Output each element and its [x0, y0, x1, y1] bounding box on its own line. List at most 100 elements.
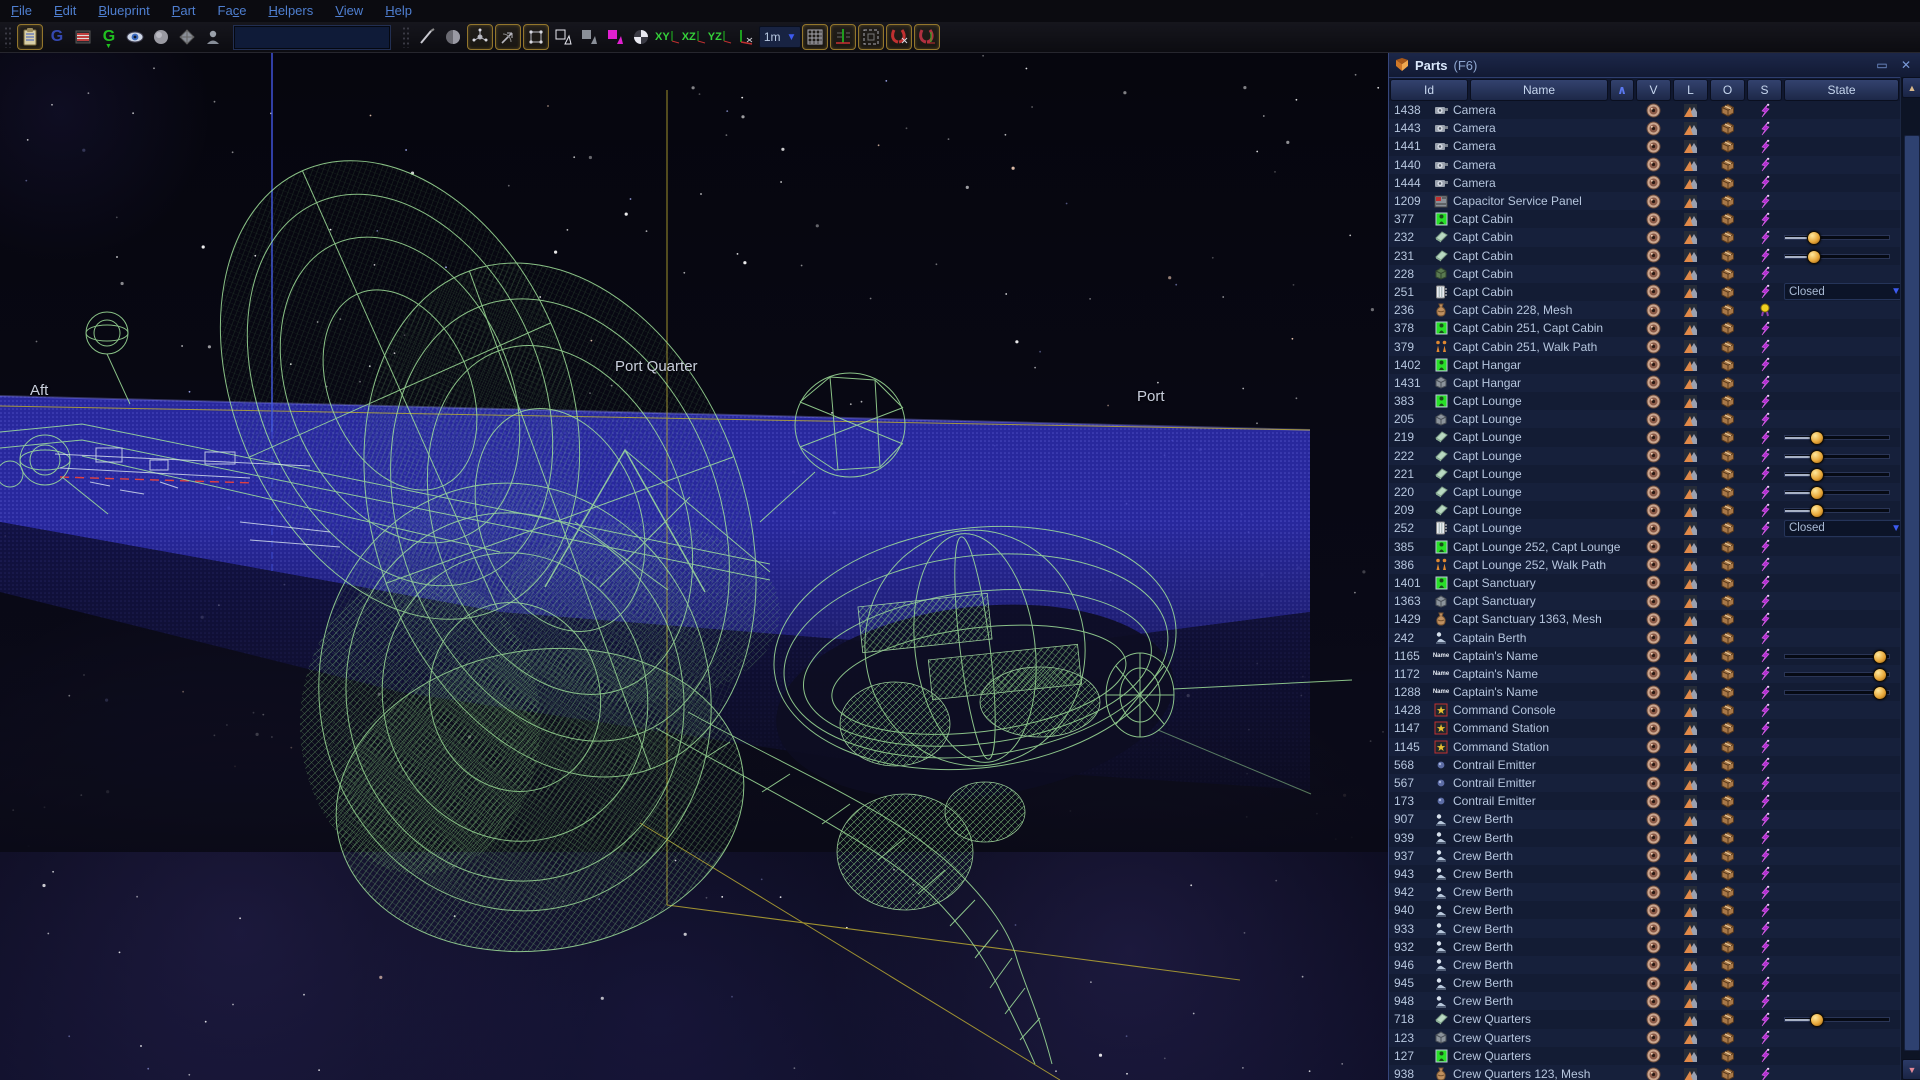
layer-icon[interactable] — [1672, 247, 1709, 265]
box-icon[interactable] — [1709, 1029, 1746, 1047]
part-row-377[interactable]: 377Capt Cabin — [1389, 210, 1920, 228]
box-icon[interactable] — [1709, 1010, 1746, 1028]
grid-bounds-toggle-icon[interactable] — [858, 24, 884, 50]
visibility-icon[interactable] — [1635, 374, 1672, 392]
bolt-icon[interactable] — [1746, 701, 1783, 719]
layer-icon[interactable] — [1672, 483, 1709, 501]
part-row-232[interactable]: 232Capt Cabin — [1389, 228, 1920, 246]
part-row-231[interactable]: 231Capt Cabin — [1389, 247, 1920, 265]
box-icon[interactable] — [1709, 847, 1746, 865]
part-row-1401[interactable]: 1401Capt Sanctuary — [1389, 574, 1920, 592]
box-icon[interactable] — [1709, 265, 1746, 283]
box-icon[interactable] — [1709, 592, 1746, 610]
bolt-icon[interactable] — [1746, 1010, 1783, 1028]
column-header-l[interactable]: L — [1673, 79, 1708, 101]
layer-icon[interactable] — [1672, 447, 1709, 465]
slider-knob[interactable] — [1807, 250, 1821, 264]
layer-icon[interactable] — [1672, 338, 1709, 356]
layer-icon[interactable] — [1672, 501, 1709, 519]
box-icon[interactable] — [1709, 647, 1746, 665]
state-dropdown[interactable]: Closed▼ — [1784, 520, 1906, 537]
visibility-icon[interactable] — [1635, 847, 1672, 865]
part-row-945[interactable]: 945Crew Berth — [1389, 974, 1920, 992]
bolt-icon[interactable] — [1746, 192, 1783, 210]
bolt-icon[interactable] — [1746, 792, 1783, 810]
visibility-icon[interactable] — [1635, 1065, 1672, 1080]
state-slider[interactable] — [1785, 485, 1893, 499]
part-row-378[interactable]: 378Capt Cabin 251, Capt Cabin — [1389, 319, 1920, 337]
box-icon[interactable] — [1709, 665, 1746, 683]
visibility-icon[interactable] — [1635, 465, 1672, 483]
part-row-123[interactable]: 123Crew Quarters — [1389, 1029, 1920, 1047]
scroll-up-button[interactable]: ▲ — [1902, 77, 1920, 98]
slider-knob[interactable] — [1807, 231, 1821, 245]
box-icon[interactable] — [1709, 992, 1746, 1010]
layer-icon[interactable] — [1672, 792, 1709, 810]
visibility-icon[interactable] — [1635, 319, 1672, 337]
slider-knob[interactable] — [1810, 486, 1824, 500]
layer-icon[interactable] — [1672, 101, 1709, 119]
part-row-568[interactable]: 568Contrail Emitter — [1389, 756, 1920, 774]
sort-ascending-icon[interactable]: ∧ — [1610, 79, 1634, 101]
layer-icon[interactable] — [1672, 210, 1709, 228]
slider-knob[interactable] — [1810, 450, 1824, 464]
layer-icon[interactable] — [1672, 974, 1709, 992]
layer-icon[interactable] — [1672, 774, 1709, 792]
plane-xz-button[interactable]: XZ — [682, 25, 706, 49]
state-slider[interactable] — [1785, 503, 1893, 517]
bolt-icon[interactable] — [1746, 483, 1783, 501]
visibility-icon[interactable] — [1635, 647, 1672, 665]
part-row-1363[interactable]: 1363Capt Sanctuary — [1389, 592, 1920, 610]
bolt-icon[interactable] — [1746, 847, 1783, 865]
part-row-1428[interactable]: 1428★Command Console — [1389, 701, 1920, 719]
layer-icon[interactable] — [1672, 465, 1709, 483]
box-icon[interactable] — [1709, 119, 1746, 137]
scroll-down-button[interactable]: ▼ — [1902, 1059, 1920, 1080]
gizmo-rotate-icon[interactable] — [495, 24, 521, 50]
box-icon[interactable] — [1709, 683, 1746, 701]
bolt-icon[interactable] — [1746, 156, 1783, 174]
visibility-icon[interactable] — [1635, 428, 1672, 446]
bolt-icon[interactable] — [1746, 519, 1783, 537]
layer-icon[interactable] — [1672, 374, 1709, 392]
part-row-567[interactable]: 567Contrail Emitter — [1389, 774, 1920, 792]
close-button[interactable]: ✕ — [1897, 58, 1915, 72]
column-header-v[interactable]: V — [1636, 79, 1671, 101]
bolt-icon[interactable] — [1746, 683, 1783, 701]
toolbar-input[interactable] — [234, 26, 390, 49]
visibility-icon[interactable] — [1635, 829, 1672, 847]
box-icon[interactable] — [1709, 792, 1746, 810]
bolt-icon[interactable] — [1746, 1047, 1783, 1065]
visibility-icon[interactable] — [1635, 992, 1672, 1010]
orb-icon[interactable] — [1746, 301, 1783, 319]
box-icon[interactable] — [1709, 338, 1746, 356]
part-row-386[interactable]: 386Capt Lounge 252, Walk Path — [1389, 556, 1920, 574]
gizmo-scale-icon[interactable] — [523, 24, 549, 50]
visibility-icon[interactable] — [1635, 629, 1672, 647]
box-icon[interactable] — [1709, 883, 1746, 901]
bolt-icon[interactable] — [1746, 1065, 1783, 1080]
part-row-938[interactable]: 938Crew Quarters 123, Mesh — [1389, 1065, 1920, 1080]
layer-icon[interactable] — [1672, 174, 1709, 192]
layer-icon[interactable] — [1672, 301, 1709, 319]
part-row-242[interactable]: 242Captain Berth — [1389, 628, 1920, 646]
bolt-icon[interactable] — [1746, 901, 1783, 919]
box-icon[interactable] — [1709, 465, 1746, 483]
layer-icon[interactable] — [1672, 665, 1709, 683]
layer-icon[interactable] — [1672, 283, 1709, 301]
box-icon[interactable] — [1709, 174, 1746, 192]
column-header-id[interactable]: Id — [1390, 79, 1468, 101]
visibility-icon[interactable] — [1635, 938, 1672, 956]
layer-icon[interactable] — [1672, 865, 1709, 883]
bolt-icon[interactable] — [1746, 810, 1783, 828]
axes-icon[interactable] — [734, 25, 758, 49]
box-icon[interactable] — [1709, 1047, 1746, 1065]
letter-g-green-icon[interactable]: G▼ — [97, 25, 121, 49]
visibility-icon[interactable] — [1635, 519, 1672, 537]
box-icon[interactable] — [1709, 974, 1746, 992]
part-row-1172[interactable]: 1172NameCaptain's Name — [1389, 665, 1920, 683]
layer-icon[interactable] — [1672, 428, 1709, 446]
bolt-icon[interactable] — [1746, 829, 1783, 847]
part-row-946[interactable]: 946Crew Berth — [1389, 956, 1920, 974]
visibility-icon[interactable] — [1635, 665, 1672, 683]
